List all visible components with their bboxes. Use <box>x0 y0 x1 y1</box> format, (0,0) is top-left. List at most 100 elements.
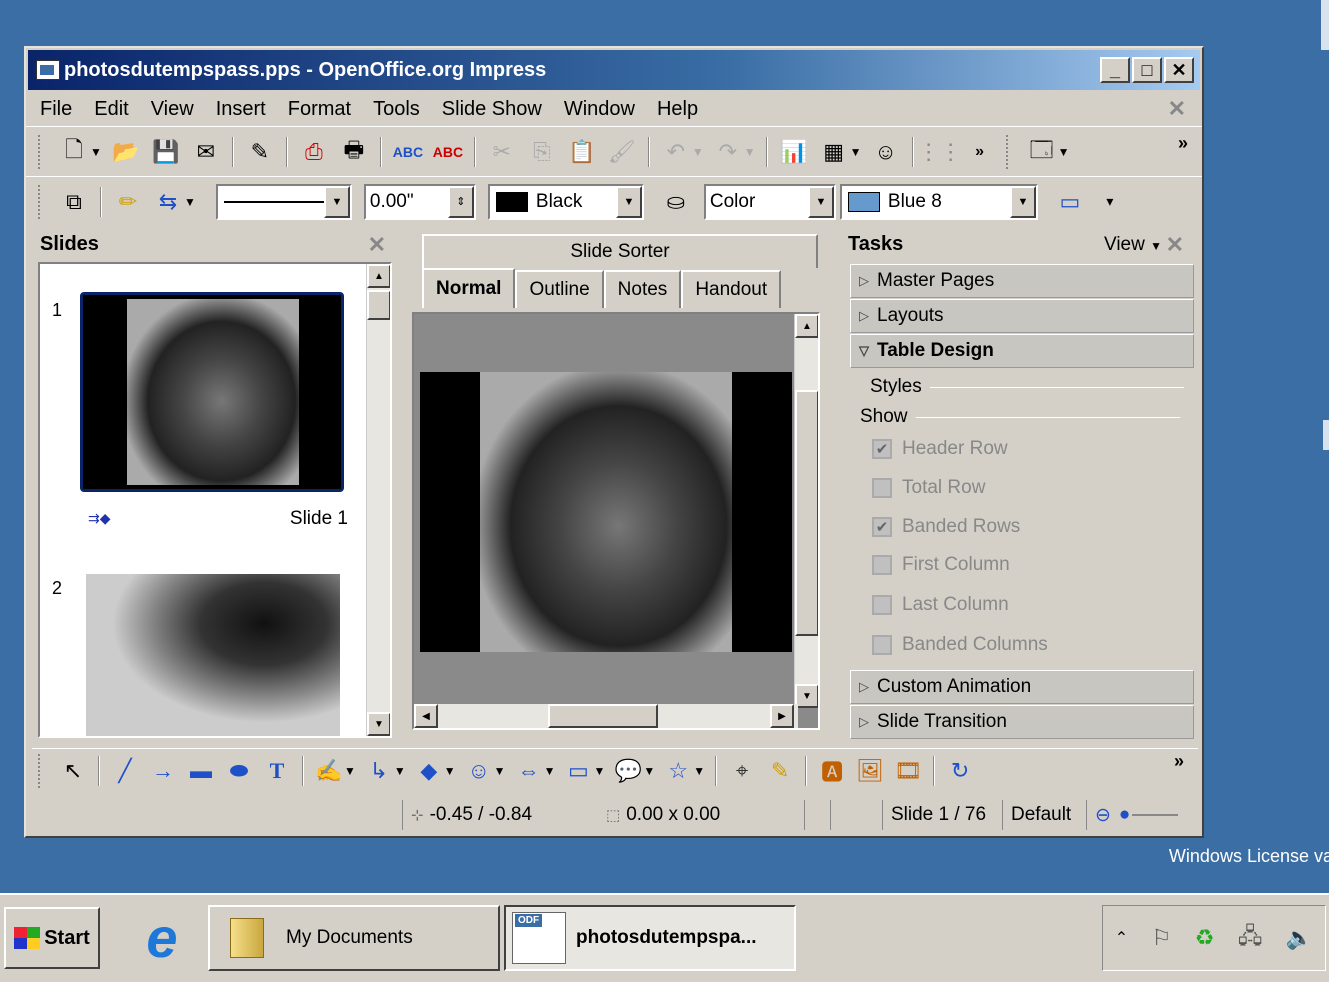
stars-icon[interactable]: ☆ <box>663 756 693 786</box>
ellipse-tool-icon[interactable]: ⬬ <box>224 756 254 786</box>
line-color-select[interactable]: Black ▼ <box>487 183 644 220</box>
scroll-left-icon[interactable]: ◀ <box>414 704 438 728</box>
format-paintbrush-icon[interactable]: 🖌 <box>607 137 637 167</box>
cut-icon[interactable]: ✂ <box>487 137 517 167</box>
curve-tool-icon[interactable]: ✍ <box>314 756 344 786</box>
volume-icon[interactable]: 🔈 <box>1286 925 1313 951</box>
checkbox-icon[interactable] <box>872 595 892 615</box>
chevron-down-icon[interactable]: ▼ <box>744 145 756 159</box>
toolbar-grip[interactable] <box>1005 134 1010 169</box>
symbol-shapes-icon[interactable]: ☺ <box>464 756 494 786</box>
chevron-down-icon[interactable]: ▼ <box>394 764 406 778</box>
toolbar-grip[interactable] <box>38 753 42 788</box>
print-icon[interactable]: 🖶 <box>339 137 369 167</box>
connector-tool-icon[interactable]: ↳ <box>364 756 394 786</box>
line-icon[interactable]: ✏ <box>113 187 143 217</box>
glue-points-icon[interactable]: ✎ <box>765 756 795 786</box>
select-pointer-icon[interactable]: ↖ <box>58 756 88 786</box>
show-hidden-icons-icon[interactable]: ⌃ <box>1115 928 1128 948</box>
gallery-icon[interactable]: ☺ <box>871 137 901 167</box>
fontwork-icon[interactable]: 🅰 <box>817 756 847 786</box>
toolbar-grip[interactable] <box>38 184 42 219</box>
save-icon[interactable]: 💾 <box>151 137 181 167</box>
scroll-right-icon[interactable]: ▶ <box>770 704 794 728</box>
tasks-view-menu[interactable]: View ▼ <box>1104 234 1162 256</box>
chevron-down-icon[interactable]: ▼ <box>184 195 196 209</box>
open-folder-icon[interactable]: 📂 <box>111 137 141 167</box>
scroll-thumb[interactable] <box>795 390 818 636</box>
chevron-down-icon[interactable]: ▼ <box>90 145 102 159</box>
chevron-down-icon[interactable]: ▼ <box>1009 185 1036 218</box>
callouts-icon[interactable]: 💬 <box>613 756 643 786</box>
more-tools-icon[interactable]: » <box>965 137 995 167</box>
chevron-down-icon[interactable]: ▼ <box>593 764 605 778</box>
paste-icon[interactable]: 📋 <box>567 137 597 167</box>
current-slide[interactable] <box>420 372 792 652</box>
close-document-icon[interactable]: ✕ <box>1168 96 1186 122</box>
minimize-button[interactable]: _ <box>1100 57 1130 83</box>
autospellcheck-icon[interactable]: ABC <box>433 137 463 167</box>
scroll-thumb[interactable] <box>367 290 390 320</box>
chevron-down-icon[interactable]: ▼ <box>444 764 456 778</box>
section-table-design[interactable]: ▽ Table Design <box>850 334 1194 368</box>
tab-notes[interactable]: Notes <box>603 270 682 308</box>
start-button[interactable]: Start <box>4 907 100 969</box>
basic-shapes-icon[interactable]: ◆ <box>414 756 444 786</box>
slide-icon[interactable]: 🗔 <box>1027 137 1057 167</box>
zoom-out-icon[interactable]: ⊖ <box>1095 804 1111 827</box>
section-custom-animation[interactable]: ▷ Custom Animation <box>850 670 1194 704</box>
menu-insert[interactable]: Insert <box>216 98 266 121</box>
zoom-slider[interactable]: ⊖ ● <box>1086 800 1186 830</box>
option-first-column[interactable]: First Column <box>872 554 1010 576</box>
chevron-down-icon[interactable]: ▼ <box>693 764 705 778</box>
menu-file[interactable]: File <box>40 98 72 121</box>
spellcheck-icon[interactable]: ABC <box>393 137 423 167</box>
line-style-select[interactable]: ▼ <box>215 183 352 220</box>
insert-image-icon[interactable]: 🖼 <box>855 756 885 786</box>
menu-format[interactable]: Format <box>288 98 351 121</box>
scroll-thumb[interactable] <box>548 704 658 728</box>
block-arrows-icon[interactable]: ⇔ <box>514 756 544 786</box>
zoom-thumb[interactable]: ● <box>1119 804 1130 826</box>
option-total-row[interactable]: Total Row <box>872 477 985 499</box>
section-slide-transition[interactable]: ▷ Slide Transition <box>850 705 1194 739</box>
action-center-flag-icon[interactable]: ⚐ <box>1152 925 1172 951</box>
option-banded-columns[interactable]: Banded Columns <box>872 634 1048 656</box>
maximize-button[interactable]: □ <box>1132 57 1162 83</box>
area-fill-icon[interactable]: ⛀ <box>661 187 691 217</box>
edit-file-icon[interactable]: ✎ <box>245 137 275 167</box>
chart-icon[interactable]: 📊 <box>779 137 809 167</box>
chevron-down-icon[interactable]: ▼ <box>323 185 350 218</box>
close-button[interactable]: ✕ <box>1164 57 1194 83</box>
area-style-select[interactable]: Color ▼ <box>703 183 836 220</box>
arrow-tool-icon[interactable]: → <box>148 756 178 786</box>
tab-normal[interactable]: Normal <box>422 268 516 308</box>
checkbox-icon[interactable] <box>872 555 892 575</box>
shadow-icon[interactable]: ▭ <box>1055 187 1085 217</box>
menu-edit[interactable]: Edit <box>94 98 128 121</box>
update-icon[interactable]: ♻ <box>1195 925 1215 951</box>
chevron-down-icon[interactable]: ▼ <box>643 764 655 778</box>
menu-tools[interactable]: Tools <box>373 98 420 121</box>
grid-icon[interactable]: ⋮⋮ <box>918 137 962 167</box>
network-icon[interactable]: 🖧 <box>1238 919 1263 957</box>
email-icon[interactable]: ✉ <box>191 137 221 167</box>
more-tools-icon[interactable]: » <box>1174 751 1184 772</box>
line-tool-icon[interactable]: ╱ <box>110 756 140 786</box>
scroll-down-icon[interactable]: ▼ <box>795 684 818 708</box>
chevron-down-icon[interactable]: ▼ <box>807 185 834 218</box>
chevron-down-icon[interactable]: ▼ <box>544 764 556 778</box>
chevron-down-icon[interactable]: ▼ <box>344 764 356 778</box>
slides-list[interactable]: 1 ⇉◆ Slide 1 2 ▲ ▼ <box>38 262 392 738</box>
copy-icon[interactable]: ⎘ <box>527 137 557 167</box>
close-pane-icon[interactable]: ✕ <box>368 232 386 258</box>
scroll-up-icon[interactable]: ▲ <box>367 264 390 288</box>
arrow-style-icon[interactable]: ⇆ <box>153 187 183 217</box>
internet-explorer-icon[interactable]: e <box>136 906 188 969</box>
chevron-down-icon[interactable]: ▼ <box>692 145 704 159</box>
section-master-pages[interactable]: ▷ Master Pages <box>850 264 1194 298</box>
text-tool-icon[interactable]: T <box>262 756 292 786</box>
menu-window[interactable]: Window <box>564 98 635 121</box>
title-bar[interactable]: photosdutempspass.pps - OpenOffice.org I… <box>28 50 1200 90</box>
chevron-down-icon[interactable]: ▼ <box>850 145 862 159</box>
